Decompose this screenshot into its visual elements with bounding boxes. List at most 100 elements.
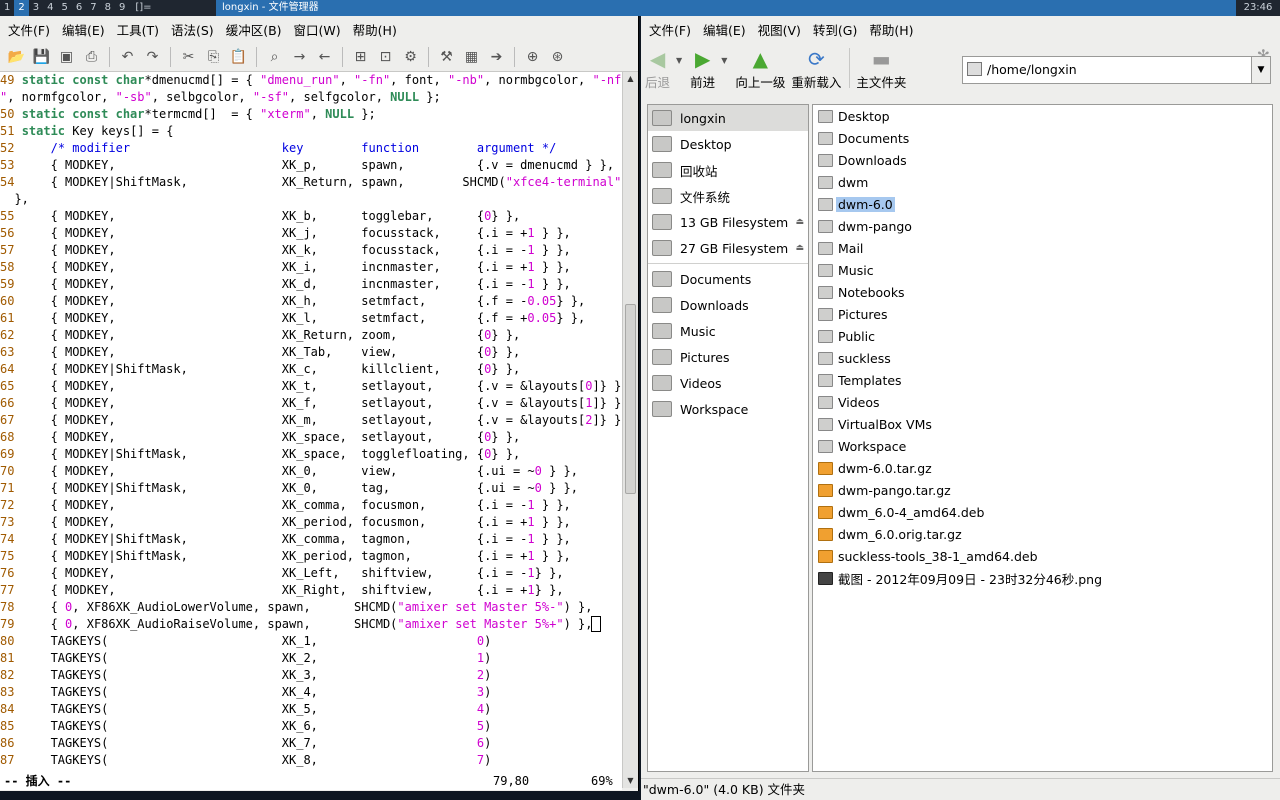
file-item[interactable]: dwm_6.0-4_amd64.deb bbox=[813, 501, 1272, 523]
editor-menu-item[interactable]: 文件(F) bbox=[2, 20, 56, 39]
tag-1[interactable]: 1 bbox=[0, 0, 14, 16]
side-item-music[interactable]: Music bbox=[648, 318, 808, 344]
editor-menu-item[interactable]: 编辑(E) bbox=[56, 20, 111, 39]
eject-icon[interactable]: ⏏ bbox=[795, 243, 804, 253]
save-button[interactable]: 💾 bbox=[31, 46, 53, 68]
file-item[interactable]: dwm-6.0 bbox=[813, 193, 1272, 215]
print-button[interactable]: ⎙ bbox=[81, 46, 103, 68]
undo-button[interactable]: ↶ bbox=[117, 46, 139, 68]
side-item-documents[interactable]: Documents bbox=[648, 266, 808, 292]
forward-button[interactable]: ▶ 前进 bbox=[690, 42, 715, 91]
location-entry[interactable]: /home/longxin bbox=[962, 56, 1252, 84]
editor-menu-item[interactable]: 语法(S) bbox=[165, 20, 220, 39]
side-item-27-gb-filesystem[interactable]: 27 GB Filesystem ⏏ bbox=[648, 235, 808, 261]
file-item[interactable]: Workspace bbox=[813, 435, 1272, 457]
file-item[interactable]: Desktop bbox=[813, 105, 1272, 127]
editor-menu-item[interactable]: 帮助(H) bbox=[347, 20, 403, 39]
cut-button[interactable]: ✂ bbox=[178, 46, 200, 68]
tag-7[interactable]: 7 bbox=[86, 0, 100, 16]
load-session-button[interactable]: ⊞ bbox=[350, 46, 372, 68]
find-replace-button[interactable]: ⌕ bbox=[264, 46, 286, 68]
file-name: dwm-pango bbox=[838, 218, 912, 234]
scroll-up-arrow[interactable]: ▲ bbox=[623, 72, 638, 86]
redo-button[interactable]: ↷ bbox=[142, 46, 164, 68]
fm-menu-item[interactable]: 文件(F) bbox=[643, 20, 697, 39]
tag-9[interactable]: 9 bbox=[115, 0, 129, 16]
file-item[interactable]: dwm-pango.tar.gz bbox=[813, 479, 1272, 501]
file-item[interactable]: Videos bbox=[813, 391, 1272, 413]
side-item-longxin[interactable]: longxin bbox=[648, 105, 808, 131]
tag-3[interactable]: 3 bbox=[29, 0, 43, 16]
tag-8[interactable]: 8 bbox=[101, 0, 115, 16]
file-item[interactable]: Templates bbox=[813, 369, 1272, 391]
tag-4[interactable]: 4 bbox=[43, 0, 57, 16]
file-item[interactable]: dwm-pango bbox=[813, 215, 1272, 237]
save-session-button[interactable]: ⊡ bbox=[375, 46, 397, 68]
side-item-desktop[interactable]: Desktop bbox=[648, 131, 808, 157]
file-item[interactable]: Pictures bbox=[813, 303, 1272, 325]
reload-button[interactable]: ⟳ 重新载入 bbox=[791, 42, 841, 91]
file-item[interactable]: Documents bbox=[813, 127, 1272, 149]
eject-icon[interactable]: ⏏ bbox=[795, 217, 804, 227]
side-item-回收站[interactable]: 回收站 bbox=[648, 157, 808, 183]
side-item-workspace[interactable]: Workspace bbox=[648, 396, 808, 422]
open-button[interactable]: 📂 bbox=[6, 46, 28, 68]
back-button[interactable]: ◀ 后退 bbox=[645, 42, 670, 91]
file-item[interactable]: Mail bbox=[813, 237, 1272, 259]
save-all-button[interactable]: ▣ bbox=[56, 46, 78, 68]
fm-menu-item[interactable]: 视图(V) bbox=[752, 20, 807, 39]
file-item[interactable]: suckless-tools_38-1_amd64.deb bbox=[813, 545, 1272, 567]
tag-5[interactable]: 5 bbox=[58, 0, 72, 16]
file-name: Documents bbox=[838, 130, 910, 146]
home-button[interactable]: ▬ 主文件夹 bbox=[856, 42, 906, 91]
side-item-文件系统[interactable]: 文件系统 bbox=[648, 183, 808, 209]
make-button[interactable]: ⚒ bbox=[436, 46, 458, 68]
code-token: 7 bbox=[476, 753, 485, 767]
line-number: 62 bbox=[0, 328, 22, 342]
line-number: 84 bbox=[0, 702, 22, 716]
editor-scrollbar[interactable]: ▲ ▼ bbox=[622, 72, 638, 788]
file-item[interactable]: dwm_6.0.orig.tar.gz bbox=[813, 523, 1272, 545]
side-item-pictures[interactable]: Pictures bbox=[648, 344, 808, 370]
help-button[interactable]: ⊕ bbox=[522, 46, 544, 68]
file-item[interactable]: Music bbox=[813, 259, 1272, 281]
scrollbar-thumb[interactable] bbox=[625, 304, 636, 494]
fm-menu-item[interactable]: 帮助(H) bbox=[863, 20, 919, 39]
find-prev-button[interactable]: ← bbox=[314, 46, 336, 68]
line-number: 86 bbox=[0, 736, 22, 750]
code-buffer[interactable]: 49 static const char*dmenucmd[] = { "dme… bbox=[0, 72, 622, 772]
side-item-downloads[interactable]: Downloads bbox=[648, 292, 808, 318]
file-item[interactable]: Public bbox=[813, 325, 1272, 347]
find-help-button[interactable]: ⊛ bbox=[547, 46, 569, 68]
run-script-button[interactable]: ⚙ bbox=[400, 46, 422, 68]
find-next-button[interactable]: → bbox=[289, 46, 311, 68]
file-item[interactable]: Notebooks bbox=[813, 281, 1272, 303]
editor-menu-item[interactable]: 工具(T) bbox=[111, 20, 165, 39]
fm-menu-item[interactable]: 编辑(E) bbox=[697, 20, 752, 39]
file-item[interactable]: VirtualBox VMs bbox=[813, 413, 1272, 435]
file-item[interactable]: 截图 - 2012年09月09日 - 23时32分46秒.png bbox=[813, 567, 1272, 589]
run-ctags-button[interactable]: ▦ bbox=[461, 46, 483, 68]
editor-menu-item[interactable]: 窗口(W) bbox=[288, 20, 347, 39]
location-dropdown-button[interactable]: ▼ bbox=[1251, 56, 1271, 84]
layout-symbol[interactable]: []= bbox=[129, 0, 157, 16]
tag-2[interactable]: 2 bbox=[14, 0, 29, 16]
file-item[interactable]: dwm bbox=[813, 171, 1272, 193]
scroll-down-arrow[interactable]: ▼ bbox=[623, 774, 638, 788]
file-item[interactable]: dwm-6.0.tar.gz bbox=[813, 457, 1272, 479]
copy-button[interactable]: ⎘ bbox=[203, 46, 225, 68]
fm-menu-item[interactable]: 转到(G) bbox=[807, 20, 863, 39]
tag-6[interactable]: 6 bbox=[72, 0, 86, 16]
side-item-label: Downloads bbox=[680, 297, 749, 313]
side-item-videos[interactable]: Videos bbox=[648, 370, 808, 396]
side-item-13-gb-filesystem[interactable]: 13 GB Filesystem ⏏ bbox=[648, 209, 808, 235]
forward-history-dropdown[interactable]: ▼ bbox=[721, 56, 727, 65]
jump-tag-button[interactable]: ➔ bbox=[486, 46, 508, 68]
file-item[interactable]: suckless bbox=[813, 347, 1272, 369]
paste-button[interactable]: 📋 bbox=[228, 46, 250, 68]
up-button[interactable]: ▲ 向上一级 bbox=[735, 42, 785, 91]
file-item[interactable]: Downloads bbox=[813, 149, 1272, 171]
editor-menu-item[interactable]: 缓冲区(B) bbox=[220, 20, 288, 39]
code-line: 73 { MODKEY, XK_period, focusmon, {.i = … bbox=[0, 514, 622, 531]
back-history-dropdown[interactable]: ▼ bbox=[676, 56, 682, 65]
